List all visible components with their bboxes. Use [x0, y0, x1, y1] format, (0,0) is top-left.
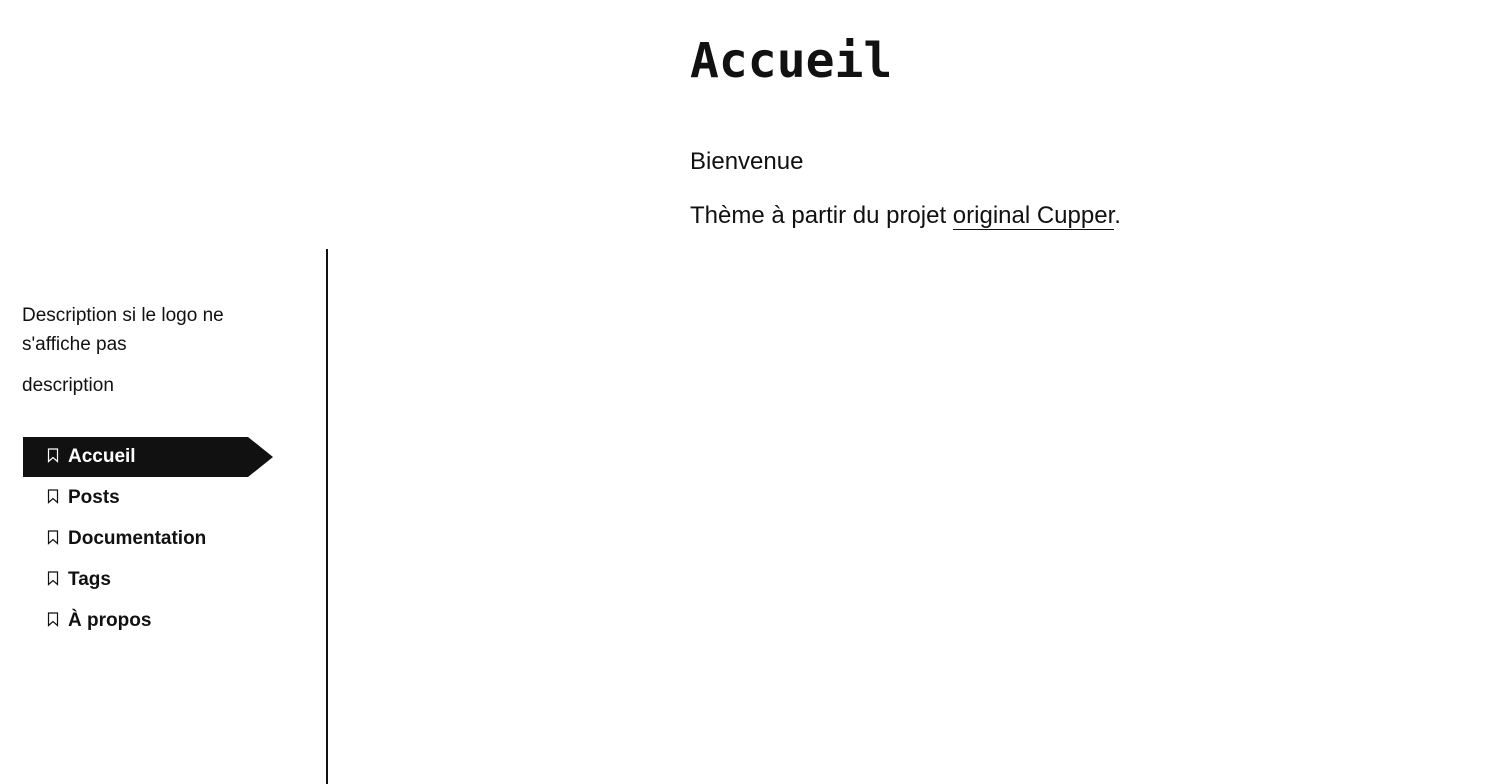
- nav-label-tags: Tags: [68, 569, 111, 590]
- nav-item-accueil[interactable]: Accueil: [23, 437, 273, 477]
- bookmark-icon: [47, 530, 59, 545]
- nav-item-tags[interactable]: Tags: [23, 560, 273, 600]
- page: Accueil Bienvenue Thème à partir du proj…: [0, 0, 1498, 784]
- nav-item-posts[interactable]: Posts: [23, 478, 273, 518]
- sidebar-nav: Accueil Posts Documentation Tags À propo…: [23, 437, 273, 642]
- bookmark-icon: [47, 612, 59, 627]
- nav-label-documentation: Documentation: [68, 528, 207, 549]
- nav-item-documentation[interactable]: Documentation: [23, 519, 273, 559]
- nav-label-a-propos: À propos: [68, 610, 152, 631]
- bookmark-icon: [47, 571, 59, 586]
- nav-label-accueil: Accueil: [68, 446, 136, 467]
- site-description: description: [22, 375, 114, 396]
- logo-alt-text: Description si le logo ne s'affiche pas: [22, 305, 224, 355]
- active-nav-arrow: [23, 437, 273, 477]
- bookmark-icon: [47, 448, 59, 463]
- intro-text: Thème à partir du projet: [690, 202, 953, 229]
- original-cupper-link[interactable]: original Cupper: [952, 202, 1115, 230]
- nav-label-posts: Posts: [68, 487, 120, 508]
- nav-item-a-propos[interactable]: À propos: [23, 601, 273, 641]
- sidebar: Description si le logo ne s'affiche pas …: [0, 249, 328, 784]
- intro-paragraph: Thème à partir du projet original Cupper…: [690, 201, 1121, 231]
- bookmark-icon: [47, 489, 59, 504]
- page-title: Accueil: [690, 33, 893, 89]
- intro-period: .: [1114, 202, 1121, 229]
- welcome-text: Bienvenue: [690, 148, 804, 175]
